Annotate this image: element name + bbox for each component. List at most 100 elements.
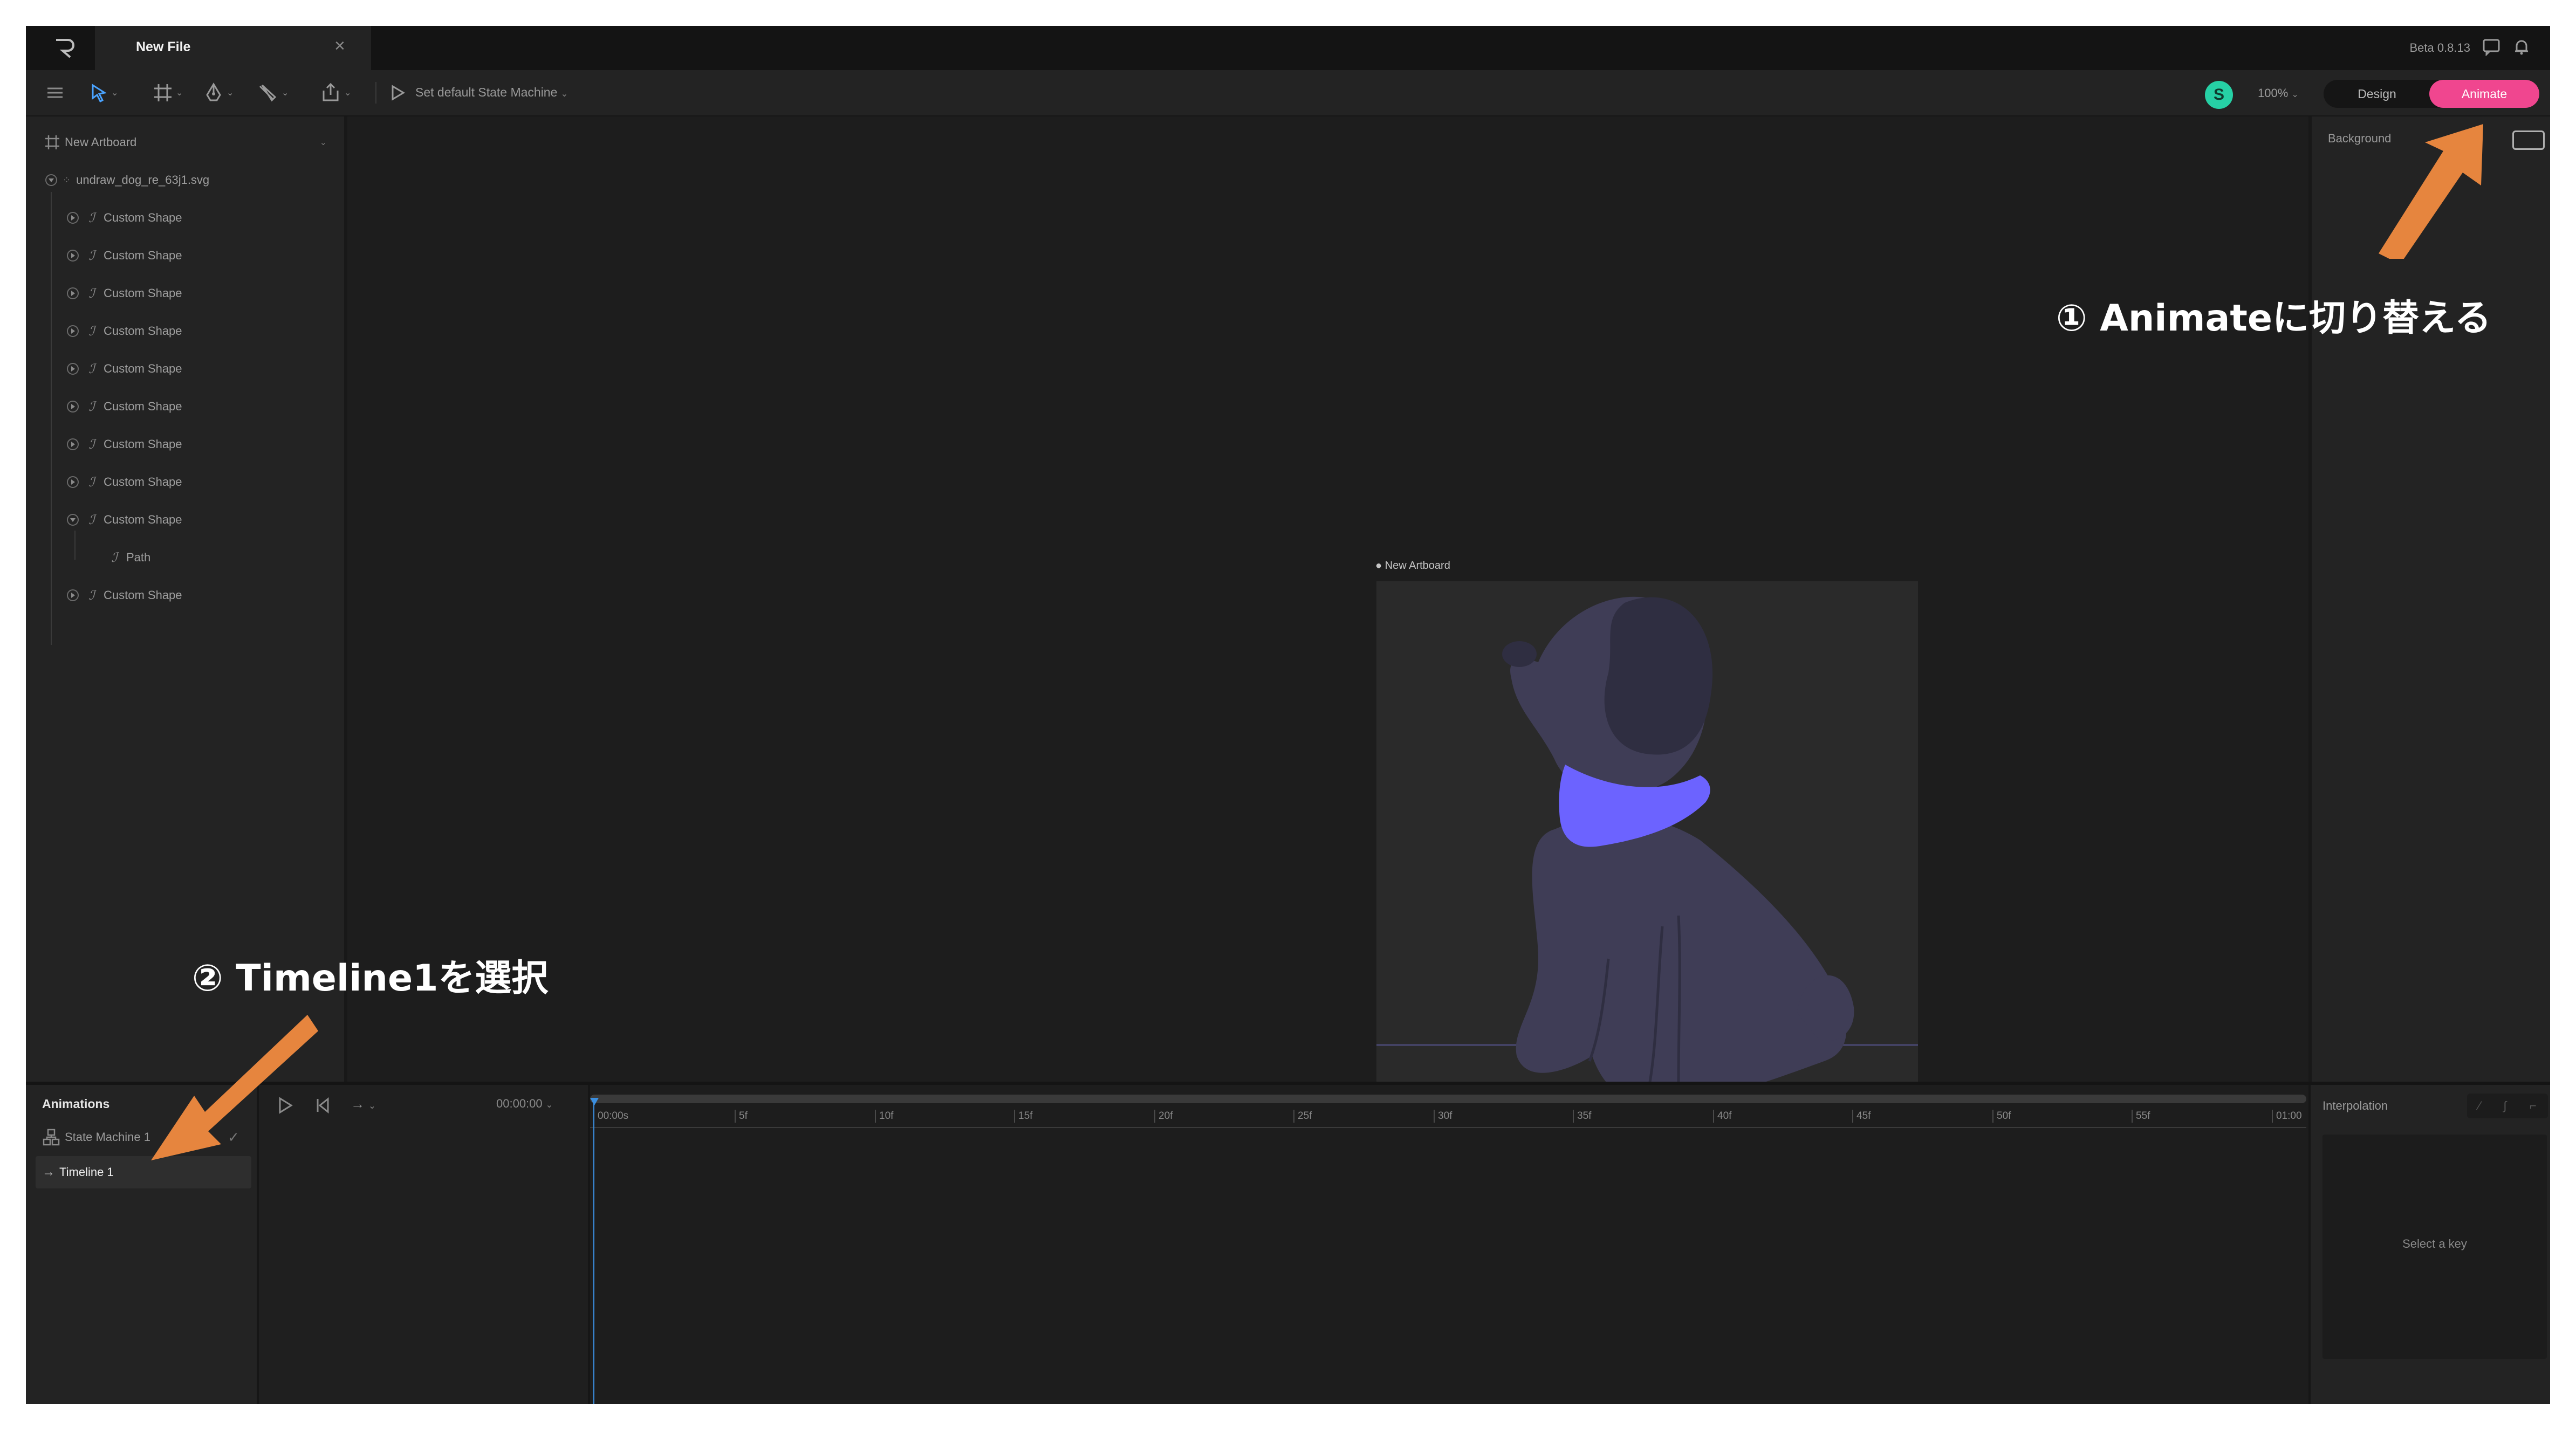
select-arrow-icon — [92, 84, 107, 103]
hierarchy-shape-row[interactable]: ℐ Custom Shape — [67, 509, 182, 531]
group-icon: ⁘ — [63, 174, 71, 185]
title-bar: New File × Beta 0.8.13 — [26, 26, 2550, 71]
annotation-arrow-timeline — [151, 1015, 318, 1160]
shape-name: Custom Shape — [104, 437, 182, 451]
interpolation-type-buttons: ⁄ ∫ ⌐ — [2467, 1094, 2548, 1118]
notification-bell-icon[interactable] — [2512, 38, 2531, 56]
shape-name: Custom Shape — [104, 588, 182, 602]
close-tab-icon[interactable]: × — [334, 36, 345, 57]
procedural-shape-tool[interactable]: ⌄ — [257, 81, 289, 105]
background-color-swatch[interactable] — [2512, 130, 2545, 150]
rive-logo-icon[interactable] — [54, 37, 78, 59]
menu-icon[interactable] — [45, 81, 65, 105]
pen-nib-icon — [206, 82, 221, 101]
hierarchy-shape-row[interactable]: ℐ Custom Shape — [67, 320, 182, 342]
select-tool[interactable]: ⌄ — [90, 81, 118, 105]
expand-toggle-icon[interactable] — [67, 250, 79, 262]
custom-shape-icon: ℐ — [88, 475, 95, 490]
hierarchy-shape-row[interactable]: ℐ Custom Shape — [67, 396, 182, 417]
file-tab[interactable]: New File × — [95, 26, 371, 71]
timecode-value: 00:00:00 — [496, 1097, 543, 1110]
artboard-name: New Artboard — [65, 135, 137, 149]
stage-canvas[interactable]: ● New Artboard — [347, 116, 2308, 1123]
expand-toggle-icon[interactable] — [67, 212, 79, 224]
ruler-tick: 20f — [1154, 1110, 1173, 1123]
expand-toggle-icon[interactable] — [67, 287, 79, 299]
ruler-tick: 45f — [1852, 1110, 1871, 1123]
hierarchy-shape-row[interactable]: ℐ Custom Shape — [67, 471, 182, 493]
custom-shape-icon: ℐ — [88, 248, 95, 263]
hierarchy-shape-row[interactable]: ℐ Custom Shape — [67, 207, 182, 229]
ruler-tick: 5f — [735, 1110, 748, 1123]
expand-toggle-icon[interactable] — [67, 438, 79, 450]
version-label: Beta 0.8.13 — [2409, 41, 2470, 54]
collapse-toggle-icon[interactable] — [45, 174, 57, 186]
hierarchy-shape-row[interactable]: ℐ Custom Shape — [67, 585, 182, 606]
timeline-area[interactable]: 00:00s 5f 10f 15f 20f 25f 30f 35f 40f 45… — [590, 1085, 2306, 1404]
playhead[interactable] — [593, 1101, 594, 1404]
timeline-scroll-range[interactable] — [590, 1095, 2306, 1103]
toolbar-divider — [375, 82, 376, 104]
ruler-tick: 10f — [875, 1110, 893, 1123]
loop-arrow-icon: → — [351, 1096, 365, 1112]
hierarchy-shape-row[interactable]: ℐ Custom Shape — [67, 283, 182, 304]
interpolation-editor: Select a key — [2322, 1135, 2547, 1359]
shape-name: Custom Shape — [104, 211, 182, 224]
expand-toggle-icon[interactable] — [67, 401, 79, 412]
custom-shape-icon: ℐ — [88, 324, 95, 339]
hierarchy-shape-row[interactable]: ℐ Custom Shape — [67, 434, 182, 455]
tab-title: New File — [136, 39, 191, 54]
custom-shape-icon: ℐ — [88, 512, 95, 527]
shape-name: Custom Shape — [104, 400, 182, 413]
dog-illustration[interactable] — [1376, 581, 1918, 1123]
shape-name: Custom Shape — [104, 249, 182, 262]
ruler-tick: 01:00 — [2272, 1110, 2302, 1123]
animate-mode-button[interactable]: Animate — [2429, 80, 2539, 108]
export-tool[interactable]: ⌄ — [320, 81, 351, 105]
hierarchy-artboard-row[interactable]: New Artboard ⌄ — [44, 132, 335, 153]
default-state-machine-select[interactable]: Set default State Machine ⌄ — [415, 85, 568, 100]
linear-interpolation-icon[interactable]: ⁄ — [2478, 1099, 2481, 1113]
ruler-tick: 25f — [1293, 1110, 1312, 1123]
hierarchy-group-row[interactable]: ⁘ undraw_dog_re_63j1.svg — [45, 169, 209, 191]
expand-toggle-icon[interactable] — [67, 325, 79, 337]
chevron-down-icon: ⌄ — [227, 88, 234, 98]
ruler-tick: 40f — [1713, 1110, 1731, 1123]
chevron-down-icon: ⌄ — [319, 138, 327, 147]
design-mode-button[interactable]: Design — [2324, 80, 2430, 108]
custom-shape-icon: ℐ — [88, 210, 95, 225]
chevron-down-icon: ⌄ — [282, 88, 289, 98]
expand-toggle-icon[interactable] — [67, 476, 79, 488]
cubic-interpolation-icon[interactable]: ∫ — [2503, 1099, 2506, 1113]
path-name: Path — [126, 551, 151, 564]
animations-title: Animations — [42, 1097, 110, 1111]
hold-interpolation-icon[interactable]: ⌐ — [2530, 1099, 2537, 1113]
chevron-down-icon: ⌄ — [111, 88, 119, 98]
play-state-machine-icon[interactable] — [388, 83, 407, 102]
playhead-handle[interactable] — [590, 1098, 599, 1105]
state-machine-icon — [43, 1129, 60, 1146]
zoom-select[interactable]: 100% ⌄ — [2258, 86, 2299, 100]
loop-mode-select[interactable]: → ⌄ — [351, 1096, 376, 1112]
user-avatar[interactable]: S — [2205, 81, 2233, 109]
expand-toggle-icon[interactable] — [67, 363, 79, 375]
timeline-ruler[interactable]: 00:00s 5f 10f 15f 20f 25f 30f 35f 40f 45… — [590, 1105, 2306, 1128]
shape-name: Custom Shape — [104, 362, 182, 375]
ruler-tick: 15f — [1014, 1110, 1032, 1123]
pen-tool[interactable]: ⌄ — [204, 81, 234, 105]
rive-editor-window: New File × Beta 0.8.13 ⌄ ⌄ ⌄ ⌄ ⌄ Set def… — [26, 26, 2550, 1404]
hierarchy-path-row[interactable]: ℐ Path — [107, 547, 150, 568]
collapse-toggle-icon[interactable] — [67, 514, 79, 526]
mode-switch: Design Animate — [2324, 80, 2539, 108]
timecode-select[interactable]: 00:00:00 ⌄ — [496, 1097, 553, 1111]
artboard-tool[interactable]: ⌄ — [153, 81, 183, 105]
hierarchy-shape-row[interactable]: ℐ Custom Shape — [67, 245, 182, 266]
chevron-down-icon: ⌄ — [2291, 90, 2299, 99]
artboard[interactable] — [1376, 581, 1918, 1123]
artboard-label[interactable]: ● New Artboard — [1375, 560, 1450, 572]
feedback-icon[interactable] — [2482, 38, 2500, 56]
hierarchy-shape-row[interactable]: ℐ Custom Shape — [67, 358, 182, 380]
expand-toggle-icon[interactable] — [67, 589, 79, 601]
chevron-down-icon: ⌄ — [545, 1101, 553, 1110]
artboard-label-text: New Artboard — [1385, 560, 1450, 572]
